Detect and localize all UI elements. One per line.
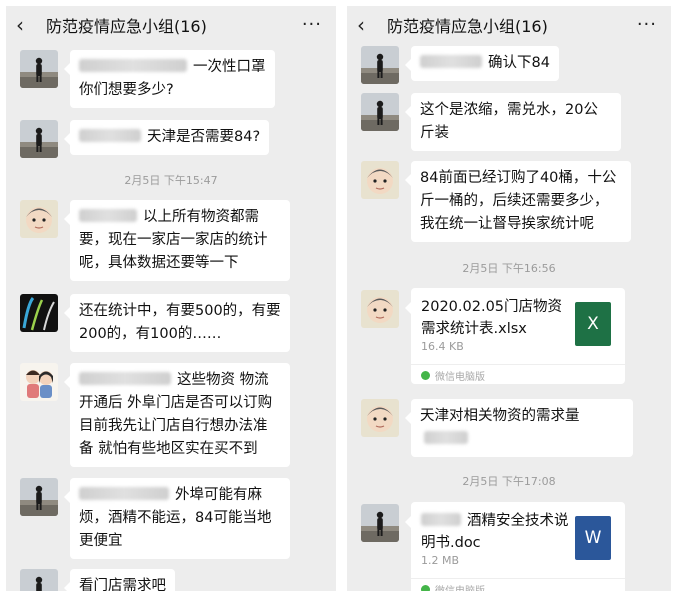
blurred-mention — [79, 372, 171, 385]
avatar-person-landscape[interactable] — [20, 50, 58, 88]
timestamp: 2月5日 下午16:56 — [462, 262, 556, 275]
message-bubble[interactable]: 看门店需求吧 — [64, 569, 175, 591]
message: 这些物资 物流开通后 外阜门店是否可以订购 目前我先让门店自行想办法准备 就怕有… — [20, 363, 290, 467]
divider — [411, 578, 625, 579]
file-source-text: 微信电脑版 — [435, 372, 485, 383]
avatar-baby[interactable] — [361, 161, 399, 199]
avatar-person-landscape[interactable] — [20, 569, 58, 591]
word-file-icon: W — [575, 516, 611, 560]
timestamp: 2月5日 下午17:08 — [462, 475, 556, 488]
file-source-text: 微信电脑版 — [435, 582, 485, 591]
message-bubble[interactable]: 天津是否需要84? — [63, 120, 270, 155]
message: 看门店需求吧 — [20, 569, 175, 591]
file-source: 微信电脑版 — [421, 582, 485, 591]
chat-header: ‹ 防范疫情应急小组(16) ··· — [6, 6, 336, 44]
file-name: 酒精安全技术说明书.doc — [421, 513, 569, 551]
message-bubble[interactable]: 确认下84 — [405, 46, 559, 81]
message: 天津是否需要84? — [20, 120, 270, 158]
message-bubble[interactable]: 外埠可能有麻烦，酒精不能运，84可能当地更便宜 — [64, 478, 290, 559]
divider — [411, 364, 625, 365]
file-name: 2020.02.05门店物资需求统计表.xlsx — [421, 299, 563, 337]
chat-title: 防范疫情应急小组(16) — [46, 17, 207, 36]
blurred-mention — [79, 209, 137, 222]
blurred-mention — [79, 487, 169, 500]
message: 外埠可能有麻烦，酒精不能运，84可能当地更便宜 — [20, 478, 290, 559]
file-message-xlsx[interactable]: 2020.02.05门店物资需求统计表.xlsx 16.4 KB X 微信电脑版 — [405, 288, 625, 384]
message: 天津对相关物资的需求量 — [361, 399, 633, 457]
avatar-baby[interactable] — [361, 399, 399, 437]
message: 这个是浓缩，需兑水，20公斤装 — [361, 93, 621, 151]
file-message-doc[interactable]: 酒精安全技术说明书.doc 1.2 MB W 微信电脑版 — [405, 502, 625, 591]
message-bubble[interactable]: 还在统计中，有要500的，有要200的，有100的…… — [64, 294, 290, 352]
avatar-person-landscape[interactable] — [361, 504, 399, 542]
message-bubble[interactable]: 这些物资 物流开通后 外阜门店是否可以订购 目前我先让门店自行想办法准备 就怕有… — [64, 363, 290, 467]
wechat-pc-icon — [421, 585, 430, 591]
message-bubble[interactable]: 一次性口罩你们想要多少? — [64, 50, 275, 108]
message-text: 看门店需求吧 — [79, 578, 166, 591]
message-bubble[interactable]: 天津对相关物资的需求量 — [405, 399, 633, 457]
message: 以上所有物资都需要，现在一家店一家店的统计呢，具体数据还要等一下 — [20, 200, 290, 281]
message-text: 84前面已经订购了40桶，十公斤一桶的，后续还需要多少，我在统一让督导挨家统计呢 — [420, 170, 617, 232]
message — [361, 290, 399, 328]
message: 一次性口罩你们想要多少? — [20, 50, 275, 108]
excel-file-icon: X — [575, 302, 611, 346]
chat-screen-left: ‹ 防范疫情应急小组(16) ··· 一次性口罩你们想要多少? 天津是否需要84… — [6, 6, 336, 591]
message: 84前面已经订购了40桶，十公斤一桶的，后续还需要多少，我在统一让督导挨家统计呢 — [361, 161, 631, 242]
message-text: 天津是否需要84? — [147, 129, 261, 145]
chat-screen-right: ‹ 防范疫情应急小组(16) ··· 确认下84 这个是浓缩，需兑水，20公斤装… — [347, 6, 671, 591]
message-bubble[interactable]: 这个是浓缩，需兑水，20公斤装 — [405, 93, 621, 151]
message — [361, 504, 399, 542]
chat-title: 防范疫情应急小组(16) — [387, 17, 548, 36]
chat-header: ‹ 防范疫情应急小组(16) ··· — [347, 6, 671, 44]
blurred-mention — [424, 431, 468, 444]
blurred-mention — [420, 55, 482, 68]
message: 确认下84 — [361, 46, 559, 84]
message-text: 还在统计中，有要500的，有要200的，有100的…… — [79, 303, 281, 342]
avatar-person-landscape[interactable] — [20, 120, 58, 158]
avatar-baby[interactable] — [361, 290, 399, 328]
avatar-person-landscape[interactable] — [361, 93, 399, 131]
avatar-baby[interactable] — [20, 200, 58, 238]
file-source: 微信电脑版 — [421, 368, 485, 383]
message-bubble[interactable]: 以上所有物资都需要，现在一家店一家店的统计呢，具体数据还要等一下 — [64, 200, 290, 281]
file-size: 16.4 KB — [421, 340, 464, 353]
message-text: 确认下84 — [488, 55, 550, 71]
message-text: 天津对相关物资的需求量 — [420, 408, 580, 424]
blurred-mention — [421, 513, 461, 526]
more-options-icon[interactable]: ··· — [302, 14, 322, 35]
message-bubble[interactable]: 84前面已经订购了40桶，十公斤一桶的，后续还需要多少，我在统一让督导挨家统计呢 — [405, 161, 631, 242]
file-size: 1.2 MB — [421, 554, 460, 567]
back-arrow-icon[interactable]: ‹ — [16, 15, 38, 35]
message: 还在统计中，有要500的，有要200的，有100的…… — [20, 294, 290, 352]
avatar-person-landscape[interactable] — [361, 46, 399, 84]
blurred-mention — [79, 59, 187, 72]
timestamp: 2月5日 下午15:47 — [124, 174, 218, 187]
message-text: 这个是浓缩，需兑水，20公斤装 — [420, 102, 598, 141]
more-options-icon[interactable]: ··· — [637, 14, 657, 35]
avatar-cartoon-couple[interactable] — [20, 363, 58, 401]
avatar-person-landscape[interactable] — [20, 478, 58, 516]
wechat-pc-icon — [421, 371, 430, 380]
avatar-dark-abstract[interactable] — [20, 294, 58, 332]
back-arrow-icon[interactable]: ‹ — [357, 15, 379, 35]
blurred-mention — [79, 129, 141, 142]
